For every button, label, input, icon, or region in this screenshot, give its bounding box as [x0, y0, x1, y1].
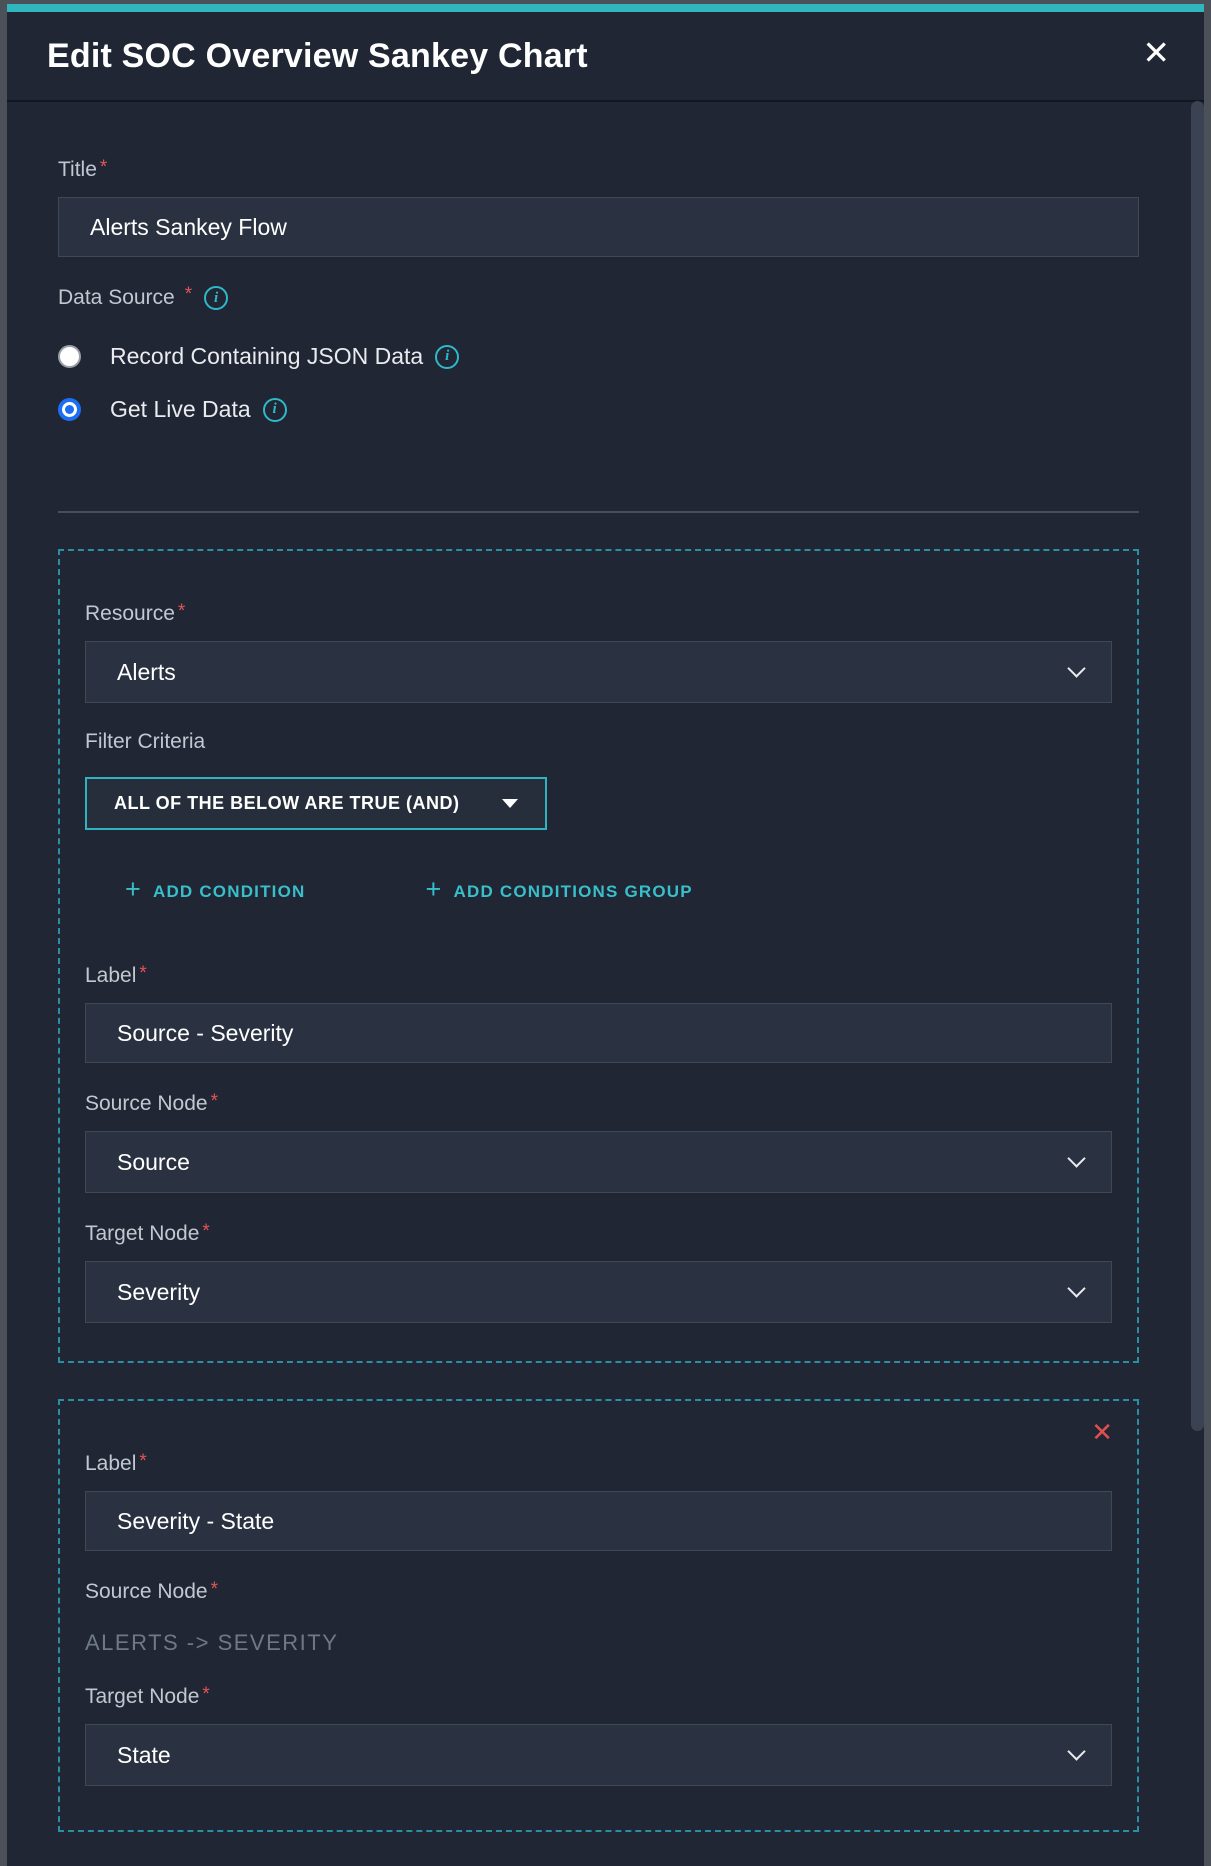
target-node-label: Target Node*	[85, 1221, 1112, 1248]
title-label: Title*	[58, 157, 1139, 184]
filter-criteria-label: Filter Criteria	[85, 729, 1112, 755]
source-node-label: Source Node*	[85, 1091, 1112, 1118]
close-icon[interactable]: ✕	[1142, 36, 1170, 69]
radio-record-json[interactable]	[58, 345, 81, 368]
plus-icon: +	[125, 876, 142, 903]
modal-title: Edit SOC Overview Sankey Chart	[47, 37, 588, 76]
radio-record-json-label[interactable]: Record Containing JSON Data	[110, 343, 423, 370]
remove-link-group-icon[interactable]: ✕	[1091, 1419, 1113, 1445]
info-icon[interactable]: i	[435, 345, 459, 369]
required-asterisk: *	[178, 601, 185, 622]
filter-operator-value: ALL OF THE BELOW ARE TRUE (AND)	[114, 793, 459, 814]
info-icon[interactable]: i	[263, 398, 287, 422]
section-divider	[58, 511, 1139, 513]
required-asterisk: *	[202, 1684, 209, 1705]
data-source-label: Data Source	[58, 285, 175, 311]
source-node-static-value: ALERTS -> SEVERITY	[85, 1630, 1112, 1656]
modal-accent-bar	[7, 4, 1204, 12]
condition-links-row: + ADD CONDITION + ADD CONDITIONS GROUP	[125, 878, 1112, 905]
radio-get-live-data[interactable]	[58, 398, 81, 421]
required-asterisk: *	[139, 1451, 146, 1472]
source-node-select-value: Source	[117, 1149, 190, 1176]
label-input[interactable]	[85, 1003, 1112, 1063]
plus-icon: +	[426, 876, 443, 903]
label-field-label: Label*	[85, 963, 1112, 990]
required-asterisk: *	[100, 157, 107, 178]
page-background: Edit SOC Overview Sankey Chart ✕ Title* …	[0, 0, 1211, 1866]
chevron-down-icon	[1067, 1742, 1085, 1760]
source-node-select[interactable]: Source	[85, 1131, 1112, 1193]
chevron-down-icon	[1067, 659, 1085, 677]
modal-header: Edit SOC Overview Sankey Chart ✕	[7, 12, 1204, 102]
required-asterisk: *	[139, 963, 146, 984]
required-asterisk: *	[211, 1579, 218, 1600]
chevron-down-icon	[1067, 1149, 1085, 1167]
target-node-select[interactable]: State	[85, 1724, 1112, 1786]
title-input[interactable]	[58, 197, 1139, 257]
radio-get-live-data-label[interactable]: Get Live Data	[110, 396, 251, 423]
resource-select[interactable]: Alerts	[85, 641, 1112, 703]
dropdown-triangle-icon	[502, 799, 518, 808]
resource-label: Resource*	[85, 601, 1112, 628]
chevron-down-icon	[1067, 1279, 1085, 1297]
target-node-label: Target Node*	[85, 1684, 1112, 1711]
scrollbar-thumb[interactable]	[1191, 101, 1204, 1431]
resource-select-value: Alerts	[117, 659, 176, 686]
info-icon[interactable]: i	[204, 286, 228, 310]
link-group-2: ✕ Label* Source Node* ALERTS -> SEVERITY…	[58, 1399, 1139, 1832]
required-asterisk: *	[211, 1091, 218, 1112]
required-asterisk: *	[185, 284, 192, 306]
radio-selected-dot	[65, 405, 74, 414]
radio-row-get-live-data: Get Live Data i	[58, 396, 1139, 423]
label-field-label: Label*	[85, 1451, 1112, 1478]
data-source-label-row: Data Source * i	[58, 285, 1139, 311]
target-node-select[interactable]: Severity	[85, 1261, 1112, 1323]
radio-row-record-json: Record Containing JSON Data i	[58, 343, 1139, 370]
link-group-1: Resource* Alerts Filter Criteria ALL OF …	[58, 549, 1139, 1363]
filter-operator-select[interactable]: ALL OF THE BELOW ARE TRUE (AND)	[85, 777, 547, 830]
add-conditions-group-label: ADD CONDITIONS GROUP	[453, 882, 692, 902]
target-node-select-value: State	[117, 1742, 171, 1769]
modal-body: Title* Data Source * i Record Containing…	[7, 102, 1204, 1866]
required-asterisk: *	[202, 1221, 209, 1242]
add-condition-button[interactable]: + ADD CONDITION	[125, 878, 306, 905]
add-conditions-group-button[interactable]: + ADD CONDITIONS GROUP	[426, 878, 693, 905]
add-condition-label: ADD CONDITION	[153, 882, 306, 902]
target-node-select-value: Severity	[117, 1279, 200, 1306]
source-node-label: Source Node*	[85, 1579, 1112, 1606]
edit-sankey-chart-modal: Edit SOC Overview Sankey Chart ✕ Title* …	[7, 4, 1204, 1866]
label-input[interactable]	[85, 1491, 1112, 1551]
